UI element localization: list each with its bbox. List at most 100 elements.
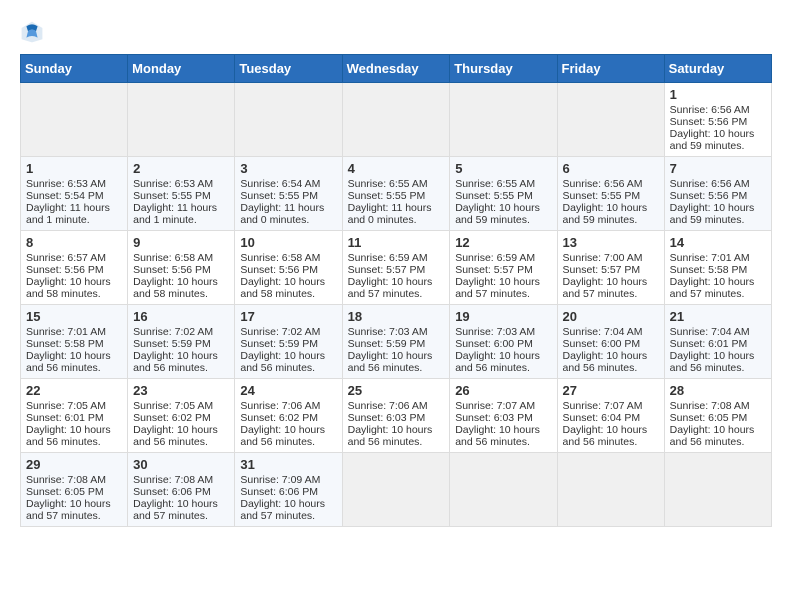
calendar-cell: 12Sunrise: 6:59 AMSunset: 5:57 PMDayligh… [450,231,557,305]
day-number: 24 [240,383,336,398]
day-number: 14 [670,235,766,250]
day-info: Sunrise: 7:04 AMSunset: 6:01 PMDaylight:… [670,326,755,374]
day-number: 16 [133,309,229,324]
day-number: 21 [670,309,766,324]
day-number: 22 [26,383,122,398]
day-number: 28 [670,383,766,398]
calendar-cell: 9 Sunrise: 6:58 AMSunset: 5:56 PMDaylight… [128,231,235,305]
day-info: Sunrise: 6:59 AMSunset: 5:57 PMDaylight:… [348,252,433,300]
day-number: 26 [455,383,551,398]
day-info: Sunrise: 7:07 AMSunset: 6:03 PMDaylight:… [455,400,540,448]
calendar-header-row: SundayMondayTuesdayWednesdayThursdayFrid… [21,55,772,83]
day-number: 19 [455,309,551,324]
calendar-day-header: Monday [128,55,235,83]
day-number: 12 [455,235,551,250]
calendar-day-header: Sunday [21,55,128,83]
calendar-week-row: 22 Sunrise: 7:05 AMSunset: 6:01 PMDayligh… [21,379,772,453]
calendar-cell [21,83,128,157]
calendar-week-row: 8 Sunrise: 6:57 AMSunset: 5:56 PMDaylight… [21,231,772,305]
day-number: 15 [26,309,122,324]
day-info: Sunrise: 7:08 AMSunset: 6:05 PMDaylight:… [670,400,755,448]
day-number: 29 [26,457,122,472]
calendar-week-row: 1 Sunrise: 6:53 AMSunset: 5:54 PMDaylight… [21,157,772,231]
day-number: 27 [563,383,659,398]
calendar-cell [235,83,342,157]
calendar-cell [557,83,664,157]
calendar-cell [557,453,664,527]
day-number: 18 [348,309,445,324]
calendar-week-row: 15Sunrise: 7:01 AMSunset: 5:58 PMDayligh… [21,305,772,379]
day-number: 3 [240,161,336,176]
day-number: 2 [133,161,229,176]
calendar-cell: 5Sunrise: 6:55 AMSunset: 5:55 PMDaylight… [450,157,557,231]
calendar-cell: 7Sunrise: 6:56 AMSunset: 5:56 PMDaylight… [664,157,771,231]
day-number: 30 [133,457,229,472]
logo-icon [20,20,44,44]
calendar-cell: 15Sunrise: 7:01 AMSunset: 5:58 PMDayligh… [21,305,128,379]
calendar-cell: 22 Sunrise: 7:05 AMSunset: 6:01 PMDayligh… [21,379,128,453]
day-info: Sunrise: 6:53 AMSunset: 5:54 PMDaylight:… [26,178,110,226]
day-info: Sunrise: 7:08 AMSunset: 6:06 PMDaylight:… [133,474,218,522]
day-number: 9 [133,235,229,250]
day-info: Sunrise: 6:56 AMSunset: 5:55 PMDaylight:… [563,178,648,226]
calendar-cell [342,83,450,157]
calendar-cell: 25 Sunrise: 7:06 AMSunset: 6:03 PMDayligh… [342,379,450,453]
day-number: 1 [670,87,766,102]
day-info: Sunrise: 6:57 AMSunset: 5:56 PMDaylight:… [26,252,111,300]
day-number: 8 [26,235,122,250]
day-info: Sunrise: 7:09 AMSunset: 6:06 PMDaylight:… [240,474,325,522]
day-number: 1 [26,161,122,176]
calendar-cell: 2 Sunrise: 6:53 AMSunset: 5:55 PMDaylight… [128,157,235,231]
calendar-table: SundayMondayTuesdayWednesdayThursdayFrid… [20,54,772,527]
day-info: Sunrise: 7:02 AMSunset: 5:59 PMDaylight:… [133,326,218,374]
day-number: 11 [348,235,445,250]
calendar-cell: 27 Sunrise: 7:07 AMSunset: 6:04 PMDayligh… [557,379,664,453]
day-info: Sunrise: 7:08 AMSunset: 6:05 PMDaylight:… [26,474,111,522]
day-info: Sunrise: 7:02 AMSunset: 5:59 PMDaylight:… [240,326,325,374]
day-info: Sunrise: 6:56 AMSunset: 5:56 PMDaylight:… [670,104,755,152]
calendar-cell: 1 Sunrise: 6:56 AMSunset: 5:56 PMDaylight… [664,83,771,157]
day-number: 6 [563,161,659,176]
day-info: Sunrise: 6:58 AMSunset: 5:56 PMDaylight:… [133,252,218,300]
day-number: 4 [348,161,445,176]
calendar-cell: 26 Sunrise: 7:07 AMSunset: 6:03 PMDayligh… [450,379,557,453]
logo [20,20,48,44]
calendar-cell: 30 Sunrise: 7:08 AMSunset: 6:06 PMDayligh… [128,453,235,527]
day-info: Sunrise: 7:03 AMSunset: 5:59 PMDaylight:… [348,326,433,374]
calendar-cell: 31 Sunrise: 7:09 AMSunset: 6:06 PMDayligh… [235,453,342,527]
calendar-cell: 23Sunrise: 7:05 AMSunset: 6:02 PMDayligh… [128,379,235,453]
day-info: Sunrise: 7:06 AMSunset: 6:03 PMDaylight:… [348,400,433,448]
calendar-day-header: Thursday [450,55,557,83]
calendar-cell: 4 Sunrise: 6:55 AMSunset: 5:55 PMDaylight… [342,157,450,231]
calendar-week-row: 1 Sunrise: 6:56 AMSunset: 5:56 PMDaylight… [21,83,772,157]
day-info: Sunrise: 6:54 AMSunset: 5:55 PMDaylight:… [240,178,324,226]
day-info: Sunrise: 7:06 AMSunset: 6:02 PMDaylight:… [240,400,325,448]
day-info: Sunrise: 7:07 AMSunset: 6:04 PMDaylight:… [563,400,648,448]
calendar-cell: 28 Sunrise: 7:08 AMSunset: 6:05 PMDayligh… [664,379,771,453]
day-info: Sunrise: 7:05 AMSunset: 6:01 PMDaylight:… [26,400,111,448]
calendar-cell: 6 Sunrise: 6:56 AMSunset: 5:55 PMDaylight… [557,157,664,231]
calendar-cell: 16 Sunrise: 7:02 AMSunset: 5:59 PMDayligh… [128,305,235,379]
day-info: Sunrise: 6:56 AMSunset: 5:56 PMDaylight:… [670,178,755,226]
day-number: 17 [240,309,336,324]
calendar-cell: 3 Sunrise: 6:54 AMSunset: 5:55 PMDaylight… [235,157,342,231]
day-info: Sunrise: 7:05 AMSunset: 6:02 PMDaylight:… [133,400,218,448]
day-number: 13 [563,235,659,250]
day-info: Sunrise: 6:53 AMSunset: 5:55 PMDaylight:… [133,178,217,226]
day-info: Sunrise: 7:03 AMSunset: 6:00 PMDaylight:… [455,326,540,374]
calendar-cell: 14Sunrise: 7:01 AMSunset: 5:58 PMDayligh… [664,231,771,305]
calendar-day-header: Friday [557,55,664,83]
day-info: Sunrise: 7:04 AMSunset: 6:00 PMDaylight:… [563,326,648,374]
day-number: 31 [240,457,336,472]
day-info: Sunrise: 6:55 AMSunset: 5:55 PMDaylight:… [455,178,540,226]
day-info: Sunrise: 6:55 AMSunset: 5:55 PMDaylight:… [348,178,432,226]
day-number: 25 [348,383,445,398]
day-info: Sunrise: 7:00 AMSunset: 5:57 PMDaylight:… [563,252,648,300]
calendar-cell: 1 Sunrise: 6:53 AMSunset: 5:54 PMDaylight… [21,157,128,231]
calendar-cell [342,453,450,527]
day-number: 10 [240,235,336,250]
calendar-cell: 11 Sunrise: 6:59 AMSunset: 5:57 PMDayligh… [342,231,450,305]
day-number: 20 [563,309,659,324]
calendar-cell: 20 Sunrise: 7:04 AMSunset: 6:00 PMDayligh… [557,305,664,379]
day-info: Sunrise: 6:58 AMSunset: 5:56 PMDaylight:… [240,252,325,300]
